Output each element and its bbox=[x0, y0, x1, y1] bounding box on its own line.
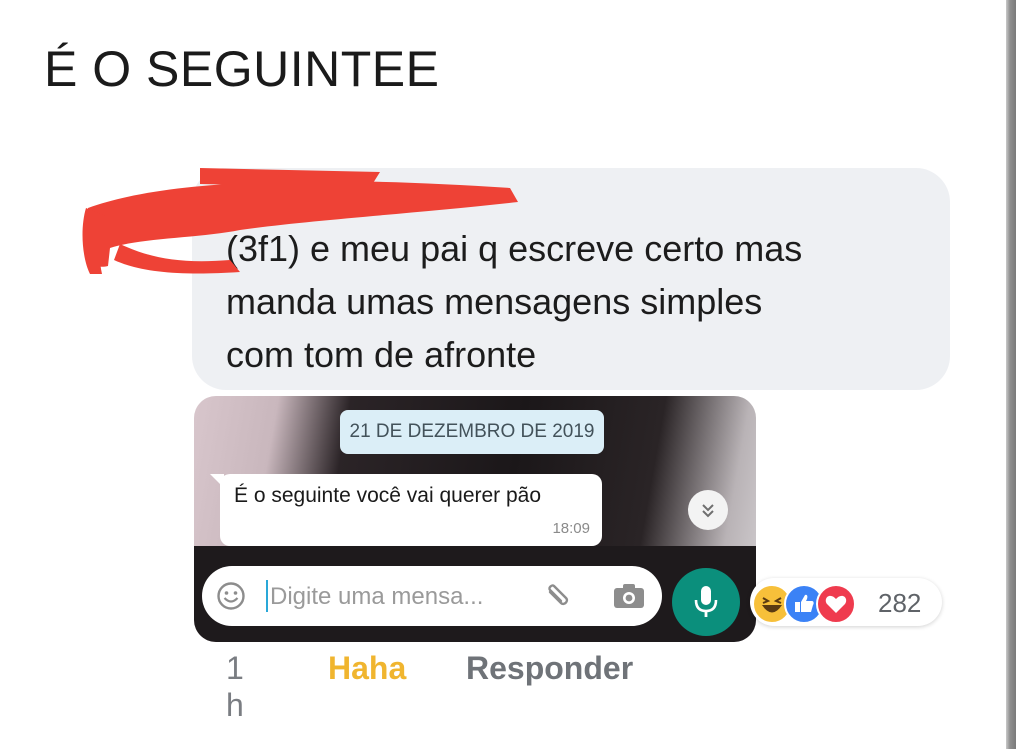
reply-link[interactable]: Responder bbox=[466, 650, 633, 687]
redaction-scribble bbox=[82, 168, 518, 274]
reaction-count: 282 bbox=[878, 588, 922, 618]
message-input[interactable]: Digite uma mensa... bbox=[202, 566, 662, 626]
microphone-icon bbox=[694, 586, 718, 617]
message-text: É o seguinte você vai querer pão bbox=[234, 484, 542, 507]
chevron-double-down-icon[interactable] bbox=[688, 490, 728, 530]
emoji-icon[interactable] bbox=[216, 581, 246, 611]
microphone-button[interactable] bbox=[672, 568, 740, 636]
date-chip: 21 DE DEZEMBRO DE 2019 bbox=[340, 410, 604, 454]
camera-icon[interactable] bbox=[612, 582, 646, 610]
input-placeholder: Digite uma mensa... bbox=[270, 583, 484, 610]
message-time: 18:09 bbox=[552, 520, 590, 537]
comment-line: manda umas mensagens simples bbox=[226, 281, 763, 322]
reaction-summary[interactable]: 282 bbox=[750, 578, 942, 626]
whatsapp-screenshot: 21 DE DEZEMBRO DE 2019 É o seguinte você… bbox=[194, 396, 756, 642]
message-tail bbox=[210, 474, 224, 488]
comment-timestamp[interactable]: 1 h bbox=[226, 650, 244, 724]
window-edge bbox=[1006, 0, 1016, 749]
comment-line: com tom de afronte bbox=[226, 334, 537, 375]
love-reaction-icon bbox=[816, 584, 856, 624]
incoming-message: É o seguinte você vai querer pão 18:09 bbox=[210, 474, 602, 546]
post-title: É O SEGUINTEE bbox=[44, 41, 440, 97]
paperclip-icon[interactable] bbox=[542, 580, 574, 612]
haha-reaction-link[interactable]: Haha bbox=[328, 650, 406, 687]
text-cursor bbox=[266, 580, 268, 612]
